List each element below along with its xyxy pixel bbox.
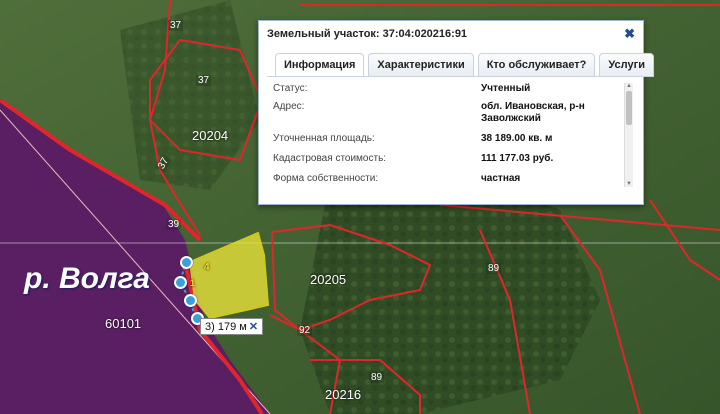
road-label-89-b: 89 — [369, 372, 385, 383]
parcel-label-20204: 20204 — [192, 128, 229, 143]
scroll-thumb[interactable] — [626, 91, 632, 125]
info-row-ownership: Форма собственности: частная — [267, 167, 627, 187]
info-value: частная — [481, 173, 521, 184]
popup-tabs: Информация Характеристики Кто обслуживае… — [275, 53, 654, 77]
info-row-cost: Кадастровая стоимость: 111 177.03 руб. — [267, 147, 627, 167]
info-value: обл. Ивановская, р-н Заволжский — [481, 101, 585, 124]
segment-label-4: 4 — [204, 262, 210, 273]
tab-services[interactable]: Услуги — [599, 53, 654, 77]
measure-vertex[interactable] — [174, 276, 187, 289]
info-table: Статус: Учтенный Адрес: обл. Ивановская,… — [267, 81, 627, 187]
measurement-text: 3) 179 м — [205, 321, 247, 333]
info-key: Форма собственности: — [273, 173, 379, 184]
info-key: Адрес: — [273, 101, 305, 112]
tab-characteristics[interactable]: Характеристики — [368, 53, 474, 77]
popup-title: Земельный участок: 37:04:020216:91 — [267, 28, 468, 40]
measure-vertex[interactable] — [184, 294, 197, 307]
measure-vertex[interactable] — [180, 256, 193, 269]
info-row-address: Адрес: обл. Ивановская, р-н Заволжский — [267, 97, 627, 127]
road-label-92: 92 — [297, 325, 313, 336]
info-row-status: Статус: Учтенный — [267, 81, 627, 97]
info-key: Статус: — [273, 83, 308, 94]
tab-who-serves[interactable]: Кто обслуживает? — [477, 53, 596, 77]
parcel-label-20216: 20216 — [325, 387, 362, 402]
info-key: Кадастровая стоимость: — [273, 153, 387, 164]
road-label-37: 37 — [168, 20, 184, 31]
road-label-39: 39 — [166, 219, 182, 230]
close-measurement-icon[interactable]: ✕ — [249, 321, 258, 333]
parcel-label-20205: 20205 — [310, 272, 347, 287]
info-key: Уточненная площадь: — [273, 133, 375, 144]
info-row-area: Уточненная площадь: 38 189.00 кв. м — [267, 127, 627, 147]
scroll-down-icon[interactable]: ▼ — [626, 181, 632, 187]
popup-header: Земельный участок: 37:04:020216:91 ✖ — [259, 21, 643, 47]
scroll-up-icon[interactable]: ▲ — [626, 83, 632, 89]
river-label: р. Волга — [24, 262, 150, 295]
measurement-label: 3) 179 м ✕ — [200, 318, 264, 335]
parcel-info-popup: Земельный участок: 37:04:020216:91 ✖ Инф… — [258, 20, 654, 205]
road-label-37-b: 37 — [196, 75, 212, 86]
info-value: Учтенный — [481, 83, 531, 94]
water-parcel-label: 60101 — [105, 316, 142, 331]
info-value: 38 189.00 кв. м — [481, 133, 553, 144]
tab-information[interactable]: Информация — [275, 53, 365, 77]
info-value: 111 177.03 руб. — [481, 153, 554, 164]
segment-label-1: 1 — [190, 278, 196, 288]
close-icon[interactable]: ✖ — [624, 21, 635, 47]
popup-scrollbar[interactable]: ▲ ▼ — [624, 83, 633, 187]
tab-divider — [267, 76, 635, 77]
road-label-89: 89 — [486, 263, 502, 274]
